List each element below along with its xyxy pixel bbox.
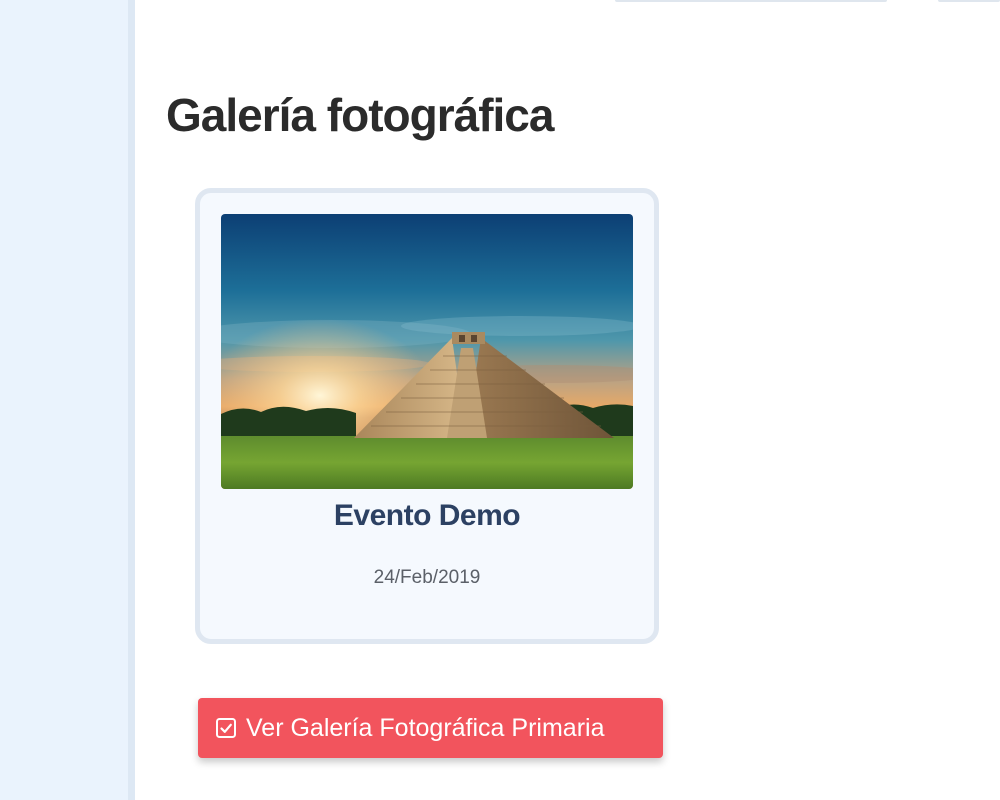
card-date: 24/Feb/2019 [373,567,481,588]
sidebar [0,0,128,800]
pyramid-photo[interactable] [221,214,633,489]
top-bar-element [615,0,887,2]
card-title[interactable]: Evento Demo [200,496,654,536]
sidebar-divider [128,0,135,800]
gallery-card-evento-demo[interactable]: Evento Demo 24/Feb/2019 [195,188,659,644]
page-title: Galería fotográfica [166,89,554,141]
view-primary-gallery-label: Ver Galería Fotográfica Primaria [246,713,605,742]
check-square-icon [216,718,236,738]
page: Galería fotográfica Evento Demo 24/Feb/2… [0,0,1000,800]
top-bar-element [938,0,1000,2]
view-primary-gallery-button[interactable]: Ver Galería Fotográfica Primaria [198,698,663,758]
